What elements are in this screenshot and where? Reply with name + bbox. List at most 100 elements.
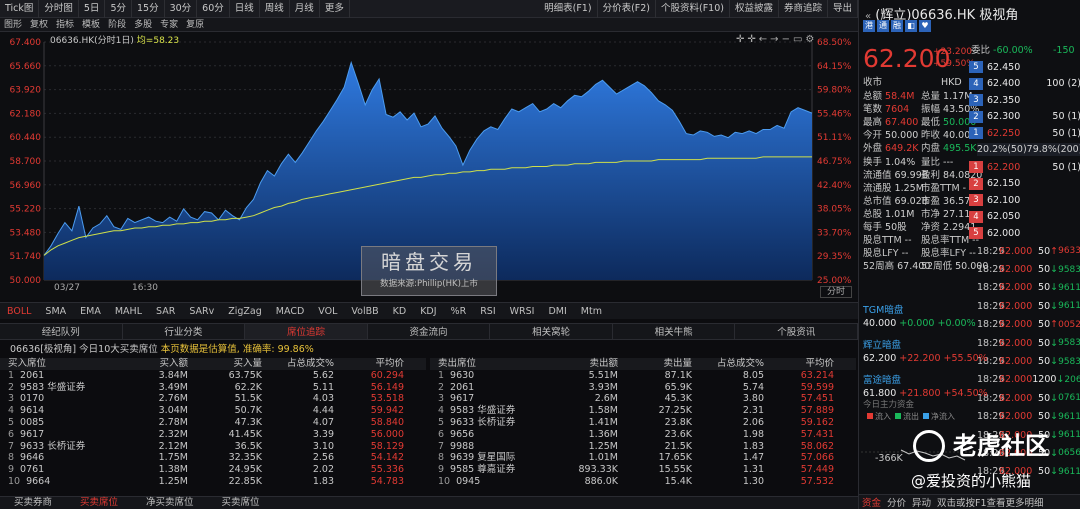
indicator-tab[interactable]: %R [444,303,474,320]
table-row[interactable]: 2 2061 3.93M 65.9K 5.74 59.599 [430,382,856,394]
badge-icon[interactable]: 融 [891,20,903,32]
section-tab[interactable]: 资金流向 [368,324,491,339]
arrow-left-icon[interactable]: ← [759,34,770,45]
section-tab[interactable]: 个股资讯 [735,324,859,339]
indicator-tab[interactable]: SMA [38,303,73,320]
table-row[interactable]: 5 9633 长桥证券 1.41M 23.8K 2.06 59.162 [430,417,856,429]
book-row[interactable]: 5 62.450 [969,59,1080,76]
side-bottom-tab[interactable]: 异动 [909,495,934,509]
section-tab[interactable]: 相关牛熊 [613,324,736,339]
toolbar-item[interactable]: Tick图 [0,0,40,18]
table-row[interactable]: 3 0170 2.76M 51.5K 4.03 53.518 [0,393,426,405]
section-tab[interactable]: 经纪队列 [0,324,123,339]
bottom-tab[interactable]: 买卖券商 [0,497,66,509]
toolbar-right-item[interactable]: 导出 [828,0,858,18]
toolbar-right-item[interactable]: 分价表(F2) [598,0,656,18]
book-row[interactable]: 5 62.000 [969,225,1080,242]
section-tab[interactable]: 席位追踪 [245,324,368,339]
section-tab[interactable]: 相关窝轮 [490,324,613,339]
toolbar-item[interactable]: 周线 [260,0,290,18]
indicator-tab[interactable]: SAR [149,303,182,320]
side-bottom-tab[interactable]: 分价 [884,495,909,509]
subtoolbar-item[interactable]: 复原 [182,18,208,32]
table-row[interactable]: 4 9614 3.04M 50.7K 4.44 59.942 [0,405,426,417]
bottom-tab[interactable]: 买卖席位 [208,497,274,509]
table-row[interactable]: 9 9585 尊嘉证券 893.33K 15.55K 1.31 57.449 [430,464,856,476]
indicator-tab[interactable]: KD [386,303,414,320]
subtoolbar-item[interactable]: 模板 [78,18,104,32]
toolbar-item[interactable]: 15分 [132,0,165,18]
arrow-right-icon[interactable]: → [770,34,781,45]
indicator-tab[interactable]: VolBB [344,303,385,320]
bottom-tab[interactable]: 买卖席位 [66,497,132,509]
toolbar-right-item[interactable]: 券商追踪 [779,0,828,18]
book-row[interactable]: 4 62.050 [969,209,1080,226]
indicator-tab[interactable]: KDJ [413,303,443,320]
indicator-tab[interactable]: DMI [541,303,573,320]
indicator-tab[interactable]: MAHL [108,303,149,320]
subtoolbar-item[interactable]: 图形 [0,18,26,32]
book-row[interactable]: 3 62.100 [969,192,1080,209]
badge-icon[interactable]: ◧ [905,20,917,32]
minus-icon[interactable]: − [782,34,793,45]
zoom-out-icon[interactable]: ✛ [747,34,758,45]
book-row[interactable]: 1 62.200 50 (1) [969,159,1080,176]
settings-icon[interactable]: ⚙ [805,34,817,45]
toolbar-item[interactable]: 30分 [165,0,198,18]
indicator-tab[interactable]: WRSI [503,303,542,320]
subtoolbar-item[interactable]: 多股 [130,18,156,32]
chart-controls[interactable]: ✛✛←→−▭⚙ [736,34,817,45]
subtoolbar-item[interactable]: 复权 [26,18,52,32]
toolbar-item[interactable]: 5分 [105,0,132,18]
badge-icon[interactable]: 港 [863,20,875,32]
maximize-icon[interactable]: ▭ [793,34,805,45]
table-row[interactable]: 1 2061 3.84M 63.75K 5.62 60.294 [0,370,426,382]
toolbar-right-item[interactable]: 明细表(F1) [539,0,598,18]
indicator-tab[interactable]: ZigZag [221,303,269,320]
table-row[interactable]: 8 9646 1.75M 32.35K 2.56 54.142 [0,452,426,464]
indicator-tab[interactable]: SARv [182,303,221,320]
table-row[interactable]: 10 9664 1.25M 22.85K 1.83 54.783 [0,476,426,488]
toolbar-right-item[interactable]: 个股资料(F10) [656,0,730,18]
table-row[interactable]: 5 0085 2.78M 47.3K 4.07 58.840 [0,417,426,429]
book-row[interactable]: 4 62.400 100 (2) [969,76,1080,93]
table-row[interactable]: 6 9617 2.32M 41.45K 3.39 56.000 [0,429,426,441]
table-row[interactable]: 4 9583 华盛证券 1.58M 27.25K 2.31 57.889 [430,405,856,417]
book-row[interactable]: 1 62.250 50 (1) [969,125,1080,142]
table-row[interactable]: 7 9988 1.25M 21.5K 1.83 58.062 [430,441,856,453]
side-bottom-tab[interactable]: 资金 [859,495,884,509]
book-row[interactable]: 2 62.150 [969,176,1080,193]
indicator-tab[interactable]: MACD [269,303,311,320]
table-row[interactable]: 2 9583 华盛证券 3.49M 62.2K 5.11 56.149 [0,382,426,394]
toolbar-item[interactable]: 更多 [320,0,350,18]
dark-block-label[interactable]: 富途暗盘 [859,374,977,387]
table-row[interactable]: 1 9630 5.51M 87.1K 8.05 63.214 [430,370,856,382]
book-row[interactable]: 2 62.300 50 (1) [969,109,1080,126]
section-tab[interactable]: 行业分类 [123,324,246,339]
indicator-tab[interactable]: EMA [73,303,108,320]
table-row[interactable]: 3 9617 2.6M 45.3K 3.80 57.451 [430,393,856,405]
dark-block-label[interactable]: 辉立暗盘 [859,339,977,352]
table-row[interactable]: 10 0945 886.0K 15.4K 1.30 57.532 [430,476,856,488]
book-row[interactable]: 3 62.350 [969,92,1080,109]
toolbar-item[interactable]: 60分 [197,0,230,18]
indicator-tab[interactable]: VOL [311,303,344,320]
toolbar-item[interactable]: 日线 [230,0,260,18]
indicator-tab[interactable]: BOLL [0,303,38,320]
subtoolbar-item[interactable]: 指标 [52,18,78,32]
indicator-tab[interactable]: RSI [473,303,502,320]
table-row[interactable]: 9 0761 1.38M 24.95K 2.02 55.336 [0,464,426,476]
toolbar-item[interactable]: 月线 [290,0,320,18]
toolbar-item[interactable]: 分时图 [39,0,79,18]
toolbar-right-item[interactable]: 权益披露 [730,0,779,18]
table-row[interactable]: 7 9633 长桥证券 2.12M 36.5K 3.10 58.129 [0,441,426,453]
subtoolbar-item[interactable]: 专家 [156,18,182,32]
fenshi-button[interactable]: 分时 [820,286,852,298]
zoom-in-icon[interactable]: ✛ [736,34,747,45]
toolbar-item[interactable]: 5日 [79,0,106,18]
table-row[interactable]: 6 9656 1.36M 23.6K 1.98 57.431 [430,429,856,441]
dark-block-label[interactable]: TGM暗盘 [859,304,977,317]
indicator-tab[interactable]: Mtm [574,303,609,320]
badge-icon[interactable]: ♥ [919,20,931,32]
table-row[interactable]: 8 9639 复星国际 1.01M 17.65K 1.47 57.066 [430,452,856,464]
